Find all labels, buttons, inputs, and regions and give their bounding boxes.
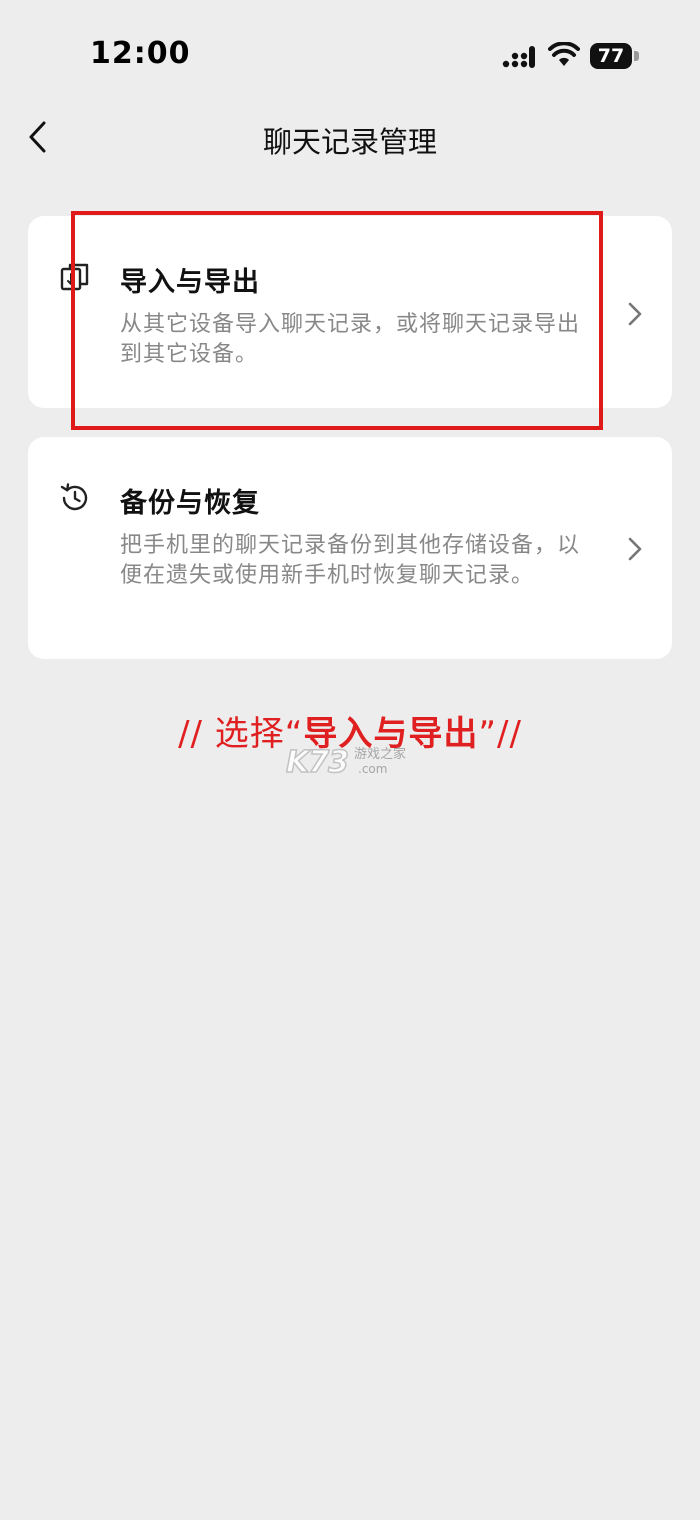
import-export-description: 从其它设备导入聊天记录，或将聊天记录导出到其它设备。 bbox=[120, 312, 581, 367]
backup-restore-title: 备份与恢复 bbox=[120, 488, 260, 519]
import-export-icon bbox=[60, 263, 89, 291]
watermark-domain: .com bbox=[358, 762, 388, 776]
instruction-suffix: ”// bbox=[478, 714, 522, 754]
chevron-right-icon bbox=[628, 302, 642, 326]
import-export-title: 导入与导出 bbox=[120, 267, 260, 298]
watermark-text: 游戏之家 bbox=[354, 747, 407, 762]
watermark-logo: K73 bbox=[285, 744, 350, 781]
signal-icon bbox=[502, 46, 535, 68]
page-title: 聊天记录管理 bbox=[262, 125, 437, 159]
battery-level: 77 bbox=[597, 45, 625, 67]
backup-restore-description: 把手机里的聊天记录备份到其他存储设备，以便在遗失或使用新手机时恢复聊天记录。 bbox=[120, 533, 581, 588]
wifi-icon bbox=[548, 42, 580, 66]
chevron-right-icon bbox=[628, 537, 642, 561]
battery-cap bbox=[634, 51, 639, 61]
backup-restore-card[interactable]: 备份与恢复 把手机里的聊天记录备份到其他存储设备，以便在遗失或使用新手机时恢复聊… bbox=[28, 437, 672, 659]
import-export-card[interactable]: 导入与导出 从其它设备导入聊天记录，或将聊天记录导出到其它设备。 bbox=[28, 216, 672, 408]
instruction-prefix: // 选择“ bbox=[178, 714, 304, 754]
status-time: 12:00 bbox=[90, 36, 191, 71]
watermark: K73 游戏之家 .com bbox=[285, 744, 426, 781]
battery-icon: 77 bbox=[590, 43, 640, 69]
nav-bar: 聊天记录管理 bbox=[0, 105, 700, 170]
history-icon bbox=[60, 483, 88, 511]
status-bar: 12:00 77 bbox=[0, 0, 700, 110]
